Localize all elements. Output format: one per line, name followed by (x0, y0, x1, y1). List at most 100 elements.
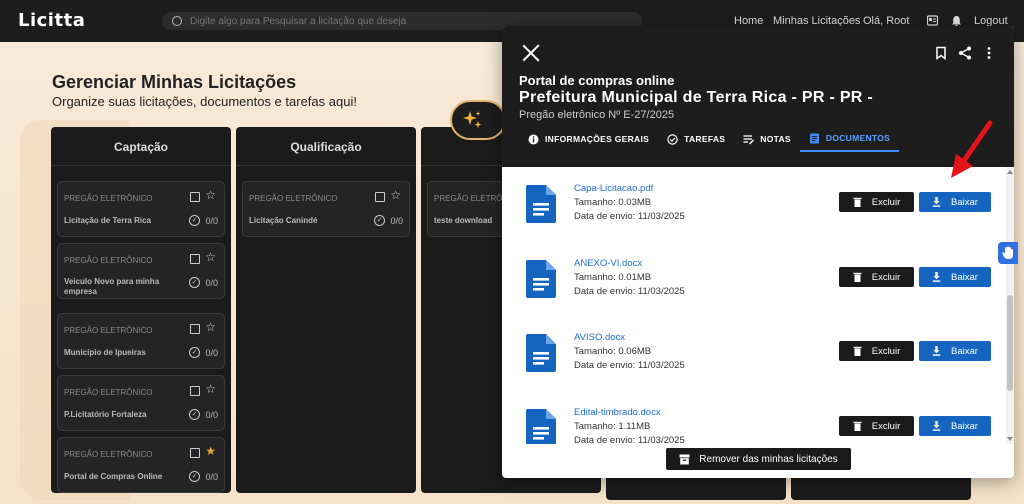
scrollbar-thumb[interactable] (1007, 295, 1013, 391)
open-external-icon[interactable] (190, 448, 200, 458)
document-date: Data de envio: 11/03/2025 (574, 435, 685, 444)
card-name: Licitação Canindé (249, 216, 318, 225)
more-vertical-icon[interactable] (982, 46, 996, 60)
delete-button[interactable]: Excluir (839, 416, 914, 436)
download-button[interactable]: Baixar (919, 341, 991, 361)
task-count: 0/0 (390, 216, 403, 226)
modal-header: Portal de compras online Prefeitura Muni… (502, 26, 1014, 167)
file-document-icon (526, 185, 556, 223)
accessibility-widget-button[interactable] (998, 242, 1018, 264)
check-circle-icon: ✓ (374, 215, 385, 226)
file-document-icon (526, 409, 556, 444)
share-icon[interactable] (958, 46, 972, 60)
document-name-link[interactable]: Edital-timbrado.docx (574, 407, 661, 418)
task-count: 0/0 (205, 278, 218, 288)
download-button[interactable]: Baixar (919, 192, 991, 212)
card-type: PREGÃO ELETRÔNICO (64, 388, 153, 397)
delete-label: Excluir (871, 345, 901, 357)
remove-label: Remover das minhas licitações (699, 453, 838, 465)
document-item: ANEXO-VI.docx Tamanho: 0.01MB Data de en… (502, 252, 1006, 312)
open-external-icon[interactable] (190, 324, 200, 334)
download-label: Baixar (951, 345, 978, 357)
star-icon[interactable]: ☆ (205, 320, 216, 334)
delete-label: Excluir (871, 420, 901, 432)
document-size: Tamanho: 0.01MB (574, 272, 652, 283)
trash-icon (853, 346, 862, 356)
licitacao-card[interactable]: PREGÃO ELETRÔNICO ☆ Município de Ipueira… (57, 313, 225, 369)
licitacao-card[interactable]: PREGÃO ELETRÔNICO ★ Portal de Compras On… (57, 437, 225, 493)
download-label: Baixar (951, 271, 978, 283)
check-circle-icon: ✓ (189, 471, 200, 482)
search-input[interactable] (190, 15, 630, 27)
document-size: Tamanho: 1.11MB (574, 421, 651, 432)
tab-tarefas[interactable]: TAREFAS (658, 126, 734, 152)
tab-informacoes-gerais[interactable]: INFORMAÇÕES GERAIS (519, 126, 658, 152)
star-icon[interactable]: ☆ (390, 188, 401, 202)
id-card-icon[interactable] (927, 15, 938, 26)
download-button[interactable]: Baixar (919, 267, 991, 287)
card-type: PREGÃO ELETRÔNICO (64, 326, 153, 335)
licitacao-card[interactable]: PREGÃO ELETRÔNICO ☆ Veiculo Novo para mi… (57, 243, 225, 299)
star-icon[interactable]: ☆ (205, 188, 216, 202)
documents-scrollbar[interactable] (1006, 167, 1014, 444)
download-icon (932, 346, 941, 356)
kanban-column-captacao: Captação PREGÃO ELETRÔNICO ☆ Licitação d… (51, 127, 231, 493)
file-document-icon (526, 260, 556, 298)
card-name: Licitação de Terra Rica (64, 216, 151, 225)
star-filled-icon[interactable]: ★ (205, 444, 216, 458)
delete-button[interactable]: Excluir (839, 341, 914, 361)
close-icon[interactable] (522, 44, 540, 62)
app-logo[interactable]: Licitta (18, 10, 85, 31)
licitacao-card[interactable]: PREGÃO ELETRÔNICO ☆ Licitação Canindé ✓ … (242, 181, 410, 237)
delete-button[interactable]: Excluir (839, 192, 914, 212)
open-external-icon[interactable] (190, 386, 200, 396)
modal-pregao-number: Pregão eletrônico Nº E-27/2025 (519, 109, 675, 121)
licitacao-card[interactable]: PREGÃO ELETRÔNICO ☆ P.Licitatório Fortal… (57, 375, 225, 431)
column-divider (51, 165, 231, 166)
download-button[interactable]: Baixar (919, 416, 991, 436)
kanban-column-qualificacao: Qualificação PREGÃO ELETRÔNICO ☆ Licitaç… (236, 127, 416, 493)
open-external-icon[interactable] (375, 192, 385, 202)
document-size: Tamanho: 0.06MB (574, 346, 652, 357)
ai-assistant-button[interactable] (450, 100, 506, 140)
card-name: Município de Ipueiras (64, 348, 146, 357)
document-item: Edital-timbrado.docx Tamanho: 1.11MB Dat… (502, 401, 1006, 444)
document-name-link[interactable]: ANEXO-VI.docx (574, 258, 642, 269)
download-icon (932, 421, 941, 431)
scroll-up-arrow-icon[interactable] (1007, 170, 1013, 174)
column-divider (236, 165, 416, 166)
notes-icon (743, 134, 755, 144)
document-name-link[interactable]: Capa-Licitacao.pdf (574, 183, 653, 194)
tab-label: DOCUMENTOS (825, 133, 891, 143)
document-name-link[interactable]: AVISO.docx (574, 332, 625, 343)
scroll-down-arrow-icon[interactable] (1007, 437, 1013, 441)
bookmark-icon[interactable] (934, 46, 948, 60)
delete-button[interactable]: Excluir (839, 267, 914, 287)
trash-icon (853, 421, 862, 431)
document-item: AVISO.docx Tamanho: 0.06MB Data de envio… (502, 326, 1006, 386)
star-icon[interactable]: ☆ (205, 250, 216, 264)
sparkle-icon (463, 111, 482, 128)
modal-portal-name: Portal de compras online (519, 73, 675, 88)
trash-icon (853, 197, 862, 207)
check-circle-icon: ✓ (189, 215, 200, 226)
tab-label: NOTAS (760, 134, 791, 144)
card-name: Portal de Compras Online (64, 472, 163, 481)
column-title: Captação (113, 140, 169, 154)
search-icon (172, 16, 182, 26)
check-circle-icon (667, 133, 678, 145)
star-icon[interactable]: ☆ (205, 382, 216, 396)
licitacao-card[interactable]: PREGÃO ELETRÔNICO ☆ Licitação de Terra R… (57, 181, 225, 237)
task-count: 0/0 (205, 472, 218, 482)
tab-label: INFORMAÇÕES GERAIS (545, 134, 650, 144)
accessibility-hand-icon (1002, 246, 1013, 259)
tab-notas[interactable]: NOTAS (734, 126, 800, 152)
document-date: Data de envio: 11/03/2025 (574, 286, 685, 297)
archive-icon (679, 454, 690, 464)
open-external-icon[interactable] (190, 254, 200, 264)
tab-documentos[interactable]: DOCUMENTOS (799, 126, 900, 152)
open-external-icon[interactable] (190, 192, 200, 202)
licitacao-detail-modal: Portal de compras online Prefeitura Muni… (502, 26, 1014, 478)
remove-from-my-licitacoes-button[interactable]: Remover das minhas licitações (666, 448, 851, 470)
card-type: PREGÃO ELETRÔNICO (64, 194, 153, 203)
